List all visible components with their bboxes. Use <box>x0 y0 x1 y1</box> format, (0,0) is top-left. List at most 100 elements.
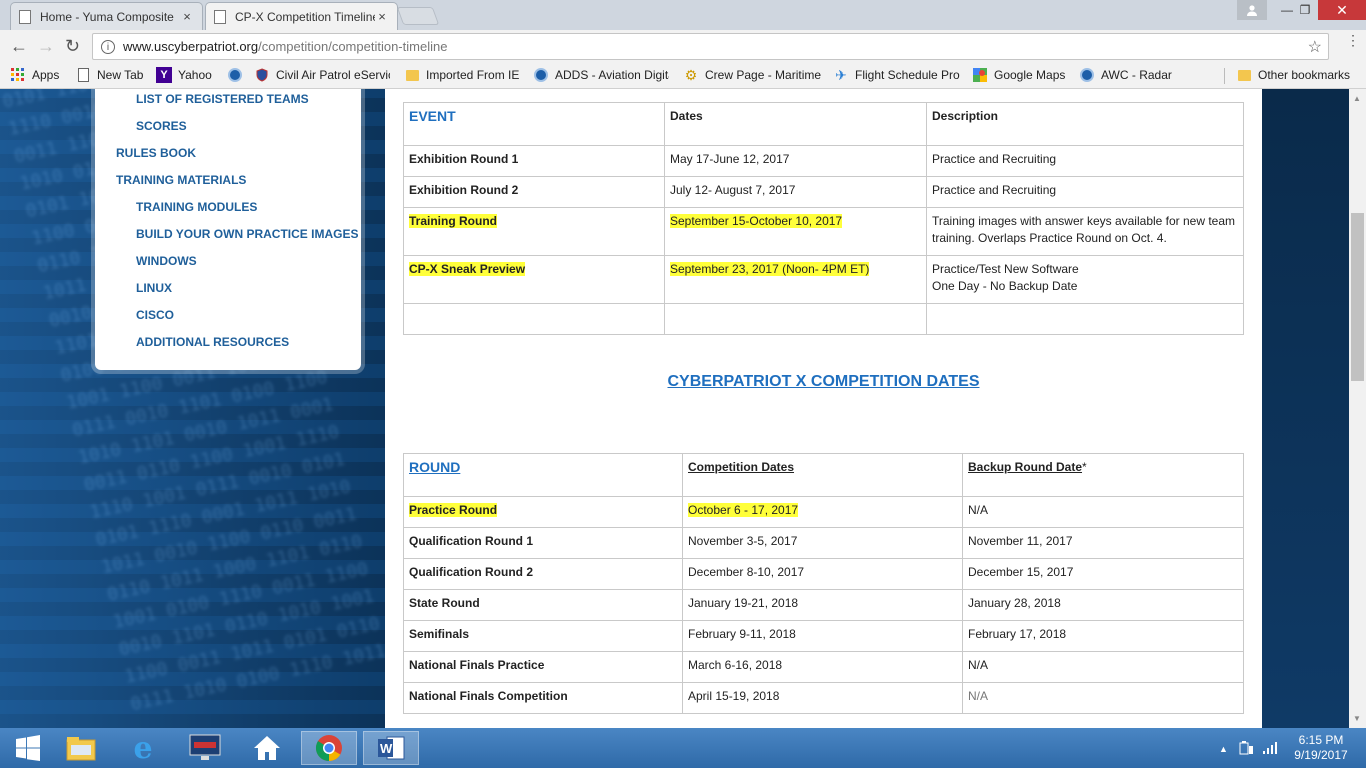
tray-expand-icon[interactable]: ▲ <box>1219 744 1228 754</box>
bookmark-yahoo[interactable]: Y Yahoo <box>156 67 212 83</box>
battery-icon[interactable] <box>1238 741 1254 758</box>
event-name: CP-X Sneak Preview <box>403 255 665 304</box>
tab-title: CP-X Competition Timeline <box>235 9 375 24</box>
event-description: Practice/Test New Software One Day - No B… <box>926 255 1244 304</box>
noaa-icon <box>227 67 243 83</box>
bookmark-other[interactable]: Other bookmarks <box>1236 67 1350 83</box>
page-icon <box>214 9 226 24</box>
chrome-taskbar-icon[interactable] <box>301 731 357 765</box>
menu-icon[interactable]: ⋮ <box>1346 33 1360 57</box>
event-description: Practice and Recruiting <box>926 145 1244 177</box>
bookmark-adds-aviation[interactable]: ADDS - Aviation Digital <box>533 67 669 83</box>
scrollbar-thumb[interactable] <box>1351 213 1364 381</box>
events-table: EVENT Dates Description Exhibition Round… <box>403 102 1244 335</box>
tab-cpx-timeline[interactable]: CP-X Competition Timeline × <box>205 2 398 30</box>
event-name: Exhibition Round 2 <box>403 176 665 208</box>
back-arrow-icon[interactable]: ← <box>10 37 28 55</box>
header-backup-round-date: Backup Round Date* <box>962 453 1244 497</box>
header-round: ROUND <box>403 453 683 497</box>
bookmark-new-tab[interactable]: New Tab <box>75 67 143 83</box>
home-app-icon[interactable] <box>239 731 295 765</box>
table-row: National Finals Competition April 15-19,… <box>403 682 1244 714</box>
sidebar-item-build-practice-images[interactable]: BUILD YOUR OWN PRACTICE IMAGES <box>136 227 358 241</box>
round-name: Qualification Round 2 <box>403 558 683 590</box>
page-scrollbar[interactable] <box>1349 89 1366 728</box>
sidebar-item-training-materials[interactable]: TRAINING MATERIALS <box>116 173 246 187</box>
internet-explorer-icon[interactable]: e <box>115 731 171 766</box>
sidebar-item-registered-teams[interactable]: LIST OF REGISTERED TEAMS <box>136 92 309 106</box>
rounds-table: ROUND Competition Dates Backup Round Dat… <box>403 453 1244 714</box>
address-bar[interactable]: i www.uscyberpatriot.org/competition/com… <box>92 33 1329 60</box>
scroll-up-arrow-icon[interactable]: ▲ <box>1353 94 1361 103</box>
forward-arrow-icon[interactable]: → <box>37 37 55 55</box>
sidebar-item-rules-book[interactable]: RULES BOOK <box>116 146 196 160</box>
sidebar-item-additional-resources[interactable]: ADDITIONAL RESOURCES <box>136 335 289 349</box>
bookmarks-bar: Apps New Tab Y Yahoo Civil Air Patrol eS… <box>0 63 1366 89</box>
word-taskbar-icon[interactable]: W <box>363 731 419 765</box>
bookmark-label: ADDS - Aviation Digital <box>555 68 669 82</box>
header-event: EVENT <box>403 102 665 146</box>
bookmark-apps[interactable]: Apps <box>10 67 59 83</box>
table-row: Exhibition Round 1 May 17-June 12, 2017 … <box>403 145 1244 177</box>
table-row: Qualification Round 1 November 3-5, 2017… <box>403 527 1244 559</box>
tab-strip: Home - Yuma Composite × CP-X Competition… <box>0 0 1366 30</box>
round-backup: January 28, 2018 <box>962 589 1244 621</box>
bookmark-noaa[interactable] <box>227 67 249 83</box>
lenovo-app-icon[interactable] <box>177 731 233 765</box>
bookmark-label: Flight Schedule Pro <box>855 68 960 82</box>
close-icon[interactable]: × <box>180 9 194 24</box>
bookmark-google-maps[interactable]: Google Maps <box>972 67 1065 83</box>
bookmark-label: Civil Air Patrol eServices <box>276 68 390 82</box>
table-row: National Finals Practice March 6-16, 201… <box>403 651 1244 683</box>
user-icon[interactable] <box>1237 0 1267 20</box>
bookmark-label: Google Maps <box>994 68 1066 82</box>
scroll-down-arrow-icon[interactable]: ▼ <box>1353 714 1361 723</box>
file-explorer-icon[interactable] <box>53 731 109 765</box>
apps-grid-icon <box>10 67 26 83</box>
sidebar-item-scores[interactable]: SCORES <box>136 119 187 133</box>
section-title[interactable]: CYBERPATRIOT X COMPETITION DATES <box>385 373 1262 391</box>
plane-icon: ✈ <box>835 67 847 83</box>
bookmark-label: New Tab <box>97 68 144 82</box>
bookmark-label: Yahoo <box>178 68 212 82</box>
svg-text:W: W <box>380 741 393 756</box>
table-row: Training Round September 15-October 10, … <box>403 207 1244 256</box>
background-image-right <box>1262 89 1349 728</box>
round-dates: March 6-16, 2018 <box>682 651 963 683</box>
bookmark-imported-from-ie[interactable]: Imported From IE <box>404 67 519 83</box>
bookmark-star-icon[interactable]: ☆ <box>1308 37 1322 57</box>
round-backup: December 15, 2017 <box>962 558 1244 590</box>
signal-icon[interactable] <box>1262 741 1278 758</box>
bookmark-crew-page[interactable]: ⚙ Crew Page - Maritime <box>683 67 821 83</box>
system-clock[interactable]: 6:15 PM 9/19/2017 <box>1290 733 1352 763</box>
round-backup: N/A <box>962 496 1244 528</box>
info-icon[interactable]: i <box>101 39 115 54</box>
bookmark-civil-air-patrol[interactable]: Civil Air Patrol eServices <box>254 67 390 83</box>
sidebar-item-cisco[interactable]: CISCO <box>136 308 174 322</box>
sidebar-item-training-modules[interactable]: TRAINING MODULES <box>136 200 257 214</box>
round-dates: April 15-19, 2018 <box>682 682 963 714</box>
round-dates: January 19-21, 2018 <box>682 589 963 621</box>
sidebar-item-linux[interactable]: LINUX <box>136 281 172 295</box>
yahoo-icon: Y <box>156 67 172 83</box>
reload-icon[interactable]: ↻ <box>65 37 80 55</box>
window-close-button[interactable]: ✕ <box>1318 0 1366 20</box>
close-icon[interactable]: × <box>375 9 389 24</box>
folder-icon <box>1236 67 1252 83</box>
start-button[interactable] <box>0 731 56 765</box>
bookmark-awc-radar[interactable]: AWC - Radar <box>1079 67 1172 83</box>
new-tab-button[interactable] <box>396 7 440 25</box>
bookmark-flight-schedule-pro[interactable]: ✈ Flight Schedule Pro <box>833 67 960 83</box>
sidebar-item-windows[interactable]: WINDOWS <box>136 254 197 268</box>
bookmark-label: Other bookmarks <box>1258 68 1351 82</box>
table-row-empty <box>403 303 1244 335</box>
cap-shield-icon <box>254 67 270 83</box>
round-name: Practice Round <box>403 496 683 528</box>
tab-home-yuma[interactable]: Home - Yuma Composite × <box>10 2 203 30</box>
round-backup: N/A <box>962 651 1244 683</box>
url-host: www.uscyberpatriot.org <box>123 39 259 54</box>
restore-button[interactable]: ❐ <box>1290 0 1320 20</box>
header-dates: Dates <box>664 102 927 146</box>
table-row: Semifinals February 9-11, 2018 February … <box>403 620 1244 652</box>
gear-icon: ⚙ <box>684 67 698 83</box>
